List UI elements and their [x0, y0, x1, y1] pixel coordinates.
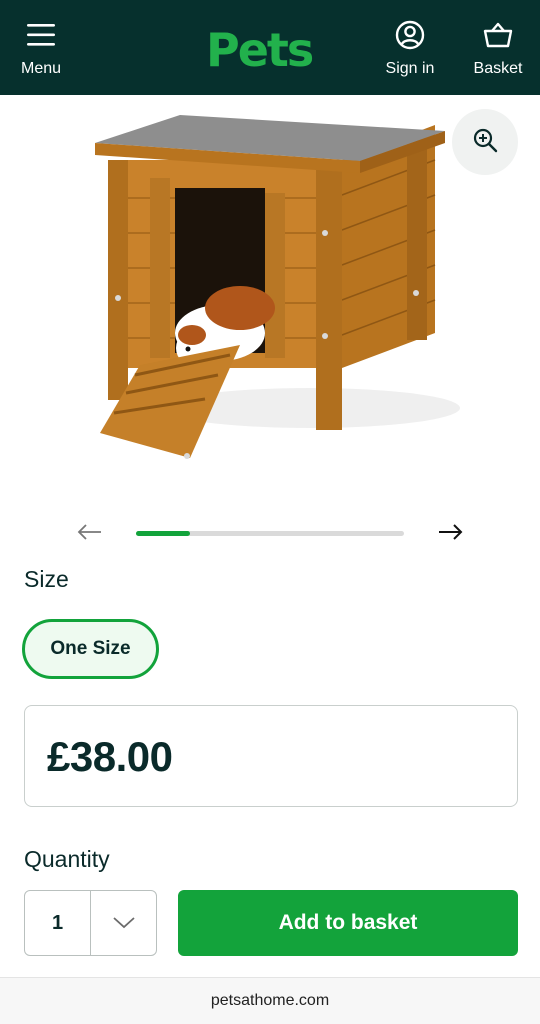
zoom-button[interactable] [452, 109, 518, 175]
carousel-progress-track [136, 531, 404, 536]
site-header: Menu Pets Sign in Basket [0, 0, 540, 95]
sign-in-label: Sign in [385, 60, 435, 77]
next-image-button[interactable] [435, 520, 465, 548]
quantity-heading: Quantity [24, 846, 110, 872]
quantity-value: 1 [25, 891, 91, 955]
size-option-one-size[interactable]: One Size [22, 619, 159, 679]
product-price: £38.00 [47, 733, 173, 780]
menu-button[interactable]: Menu [10, 0, 72, 95]
menu-label: Menu [20, 60, 62, 77]
browser-url-bar[interactable]: petsathome.com [0, 977, 540, 1024]
product-image[interactable] [80, 103, 480, 473]
arrow-left-icon [77, 523, 103, 545]
user-account-icon [395, 18, 425, 52]
quantity-select[interactable]: 1 [24, 890, 157, 956]
sign-in-button[interactable]: Sign in [378, 0, 442, 95]
basket-label: Basket [473, 60, 523, 77]
add-to-basket-button[interactable]: Add to basket [178, 890, 518, 956]
chevron-down-icon [91, 891, 156, 955]
product-gallery [0, 95, 540, 515]
previous-image-button[interactable] [75, 520, 105, 548]
hamburger-icon [26, 18, 56, 52]
basket-button[interactable]: Basket [466, 0, 530, 95]
image-carousel-controls [0, 518, 540, 550]
size-heading: Size [24, 566, 69, 592]
zoom-in-icon [472, 127, 498, 158]
svg-text:Pets: Pets [206, 23, 313, 77]
price-box: £38.00 [24, 705, 518, 807]
pets-logo[interactable]: Pets [204, 22, 340, 78]
arrow-right-icon [437, 523, 463, 545]
carousel-progress-fill [136, 531, 190, 536]
url-text: petsathome.com [210, 992, 330, 1009]
basket-icon [483, 18, 513, 52]
